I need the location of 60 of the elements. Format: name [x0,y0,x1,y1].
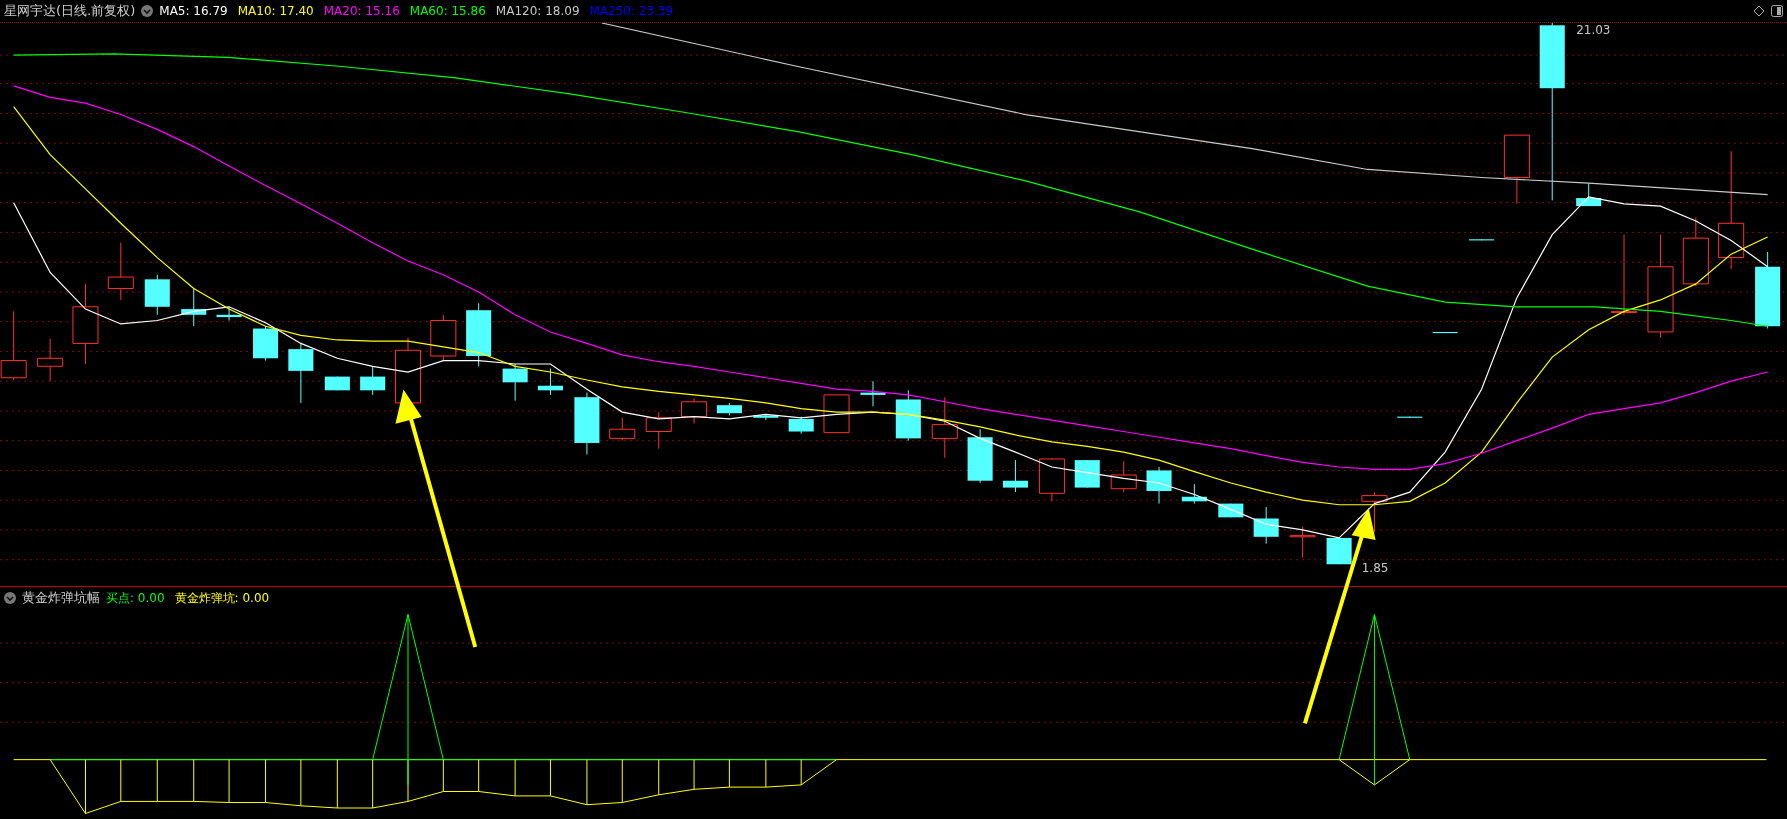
candle [609,417,636,442]
candle [1469,238,1495,241]
candle [895,389,921,442]
candle [788,416,814,435]
candle [860,380,886,407]
diamond-icon[interactable] [1753,5,1765,17]
candle [181,288,207,327]
candle [967,428,993,484]
candle [1361,491,1388,533]
candle [360,365,386,396]
candle [1181,483,1207,505]
candle [931,396,958,459]
candle [1289,526,1316,558]
low-price-label: 1.85 [1361,561,1389,576]
candle [1038,457,1065,502]
candle [107,242,134,301]
indicator-value: 黄金炸弹坑: 0.00 [174,589,270,607]
candle [1432,331,1458,334]
stock-title: 星网宇达(日线.前复权) [4,2,136,20]
moving-average-value: MA10: 17.40 [237,4,314,18]
candle [645,411,672,450]
indicator-value: 买点: 0.00 [106,589,165,607]
candle [1218,503,1244,518]
dropdown-icon[interactable] [4,592,16,604]
candle [1074,459,1100,489]
candle [753,413,779,421]
moving-average-value: MA120: 18.09 [495,4,580,18]
candle [823,394,850,434]
candle [716,402,742,416]
candle [216,306,242,321]
candle [394,337,422,407]
indicator-title: 黄金炸弹坑幅 [22,589,100,607]
candle [1253,506,1279,545]
moving-average-value: MA250: 23.39 [589,4,674,18]
candle [1682,217,1709,287]
panel-toggle-icon[interactable] [1771,5,1783,17]
candle [253,325,279,362]
candle [1326,537,1352,565]
arrow-icon [395,389,478,648]
candle [37,338,64,382]
candle [288,342,314,404]
candle [430,314,457,362]
candle [574,392,600,455]
candle [144,274,170,316]
moving-average-value: MA60: 15.86 [409,4,486,18]
candle [1397,416,1423,419]
candle [1110,460,1137,493]
moving-average-value: MA5: 16.79 [159,4,228,18]
candle [1146,466,1172,505]
dropdown-icon[interactable] [141,5,154,17]
candle [681,397,708,424]
candle [324,376,350,391]
candle [1002,459,1028,493]
candle [1503,134,1530,205]
candle [1576,182,1602,207]
candle [502,363,528,402]
candle [466,302,492,367]
high-price-label: 21.03 [1576,23,1611,37]
moving-average-value: MA20: 15.16 [323,4,400,18]
candle [537,368,563,396]
